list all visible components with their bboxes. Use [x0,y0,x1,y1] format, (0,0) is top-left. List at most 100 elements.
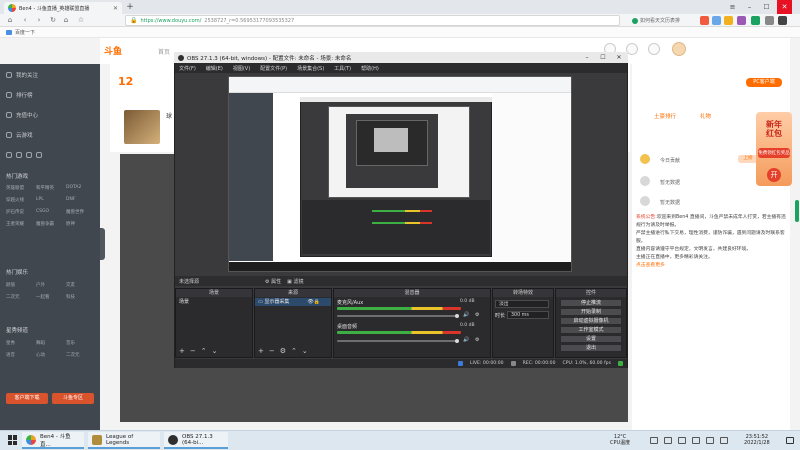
close-window-button[interactable]: ✕ [777,0,792,14]
pc-client-badge[interactable]: PC客户端 [746,78,782,87]
sidebar-item-rank[interactable]: 排行榜 [6,90,33,100]
sidebar-game[interactable]: 炉石传说 [6,209,36,215]
sidebar-game[interactable]: 和平精英 [36,185,66,191]
sidebar-game[interactable]: 户外 [36,282,66,288]
zone-button[interactable]: 斗鱼专区 [52,393,94,404]
tray-app-icon[interactable] [664,437,672,444]
virtual-camera-button[interactable]: 启动虚拟摄像机 [560,317,622,325]
menu-scene-collection[interactable]: 场景集合(S) [297,65,324,72]
input-method-icon[interactable] [720,437,728,444]
taskbar-league[interactable]: League of Legends [88,432,160,449]
move-up-icon[interactable]: ⌃ [291,347,297,355]
promo-button[interactable]: 免费领红包奖品 [758,148,790,158]
gear-icon[interactable]: ⚙ [280,347,286,355]
home-icon[interactable]: ⌂ [5,15,15,26]
back-icon[interactable]: ‹ [20,15,30,26]
sidebar-item-recharge[interactable]: 充值中心 [6,110,38,120]
sidebar-game[interactable]: 星秀 [6,340,36,346]
anchor-avatar[interactable] [124,110,160,144]
speaker-icon[interactable]: 🔊 [463,312,469,318]
sidebar-game[interactable]: 魔兽争霸 [36,221,66,227]
user-avatar[interactable] [672,42,686,56]
remove-icon[interactable]: − [269,347,275,355]
minimize-button[interactable]: – [742,0,757,14]
sidebar-game[interactable]: 二次元 [66,352,96,358]
lock-icon[interactable]: 🔒 [314,299,320,305]
download-icon[interactable] [648,43,660,55]
sidebar-game[interactable]: 颜值 [6,282,36,288]
menu-file[interactable]: 文件(F) [179,65,196,72]
start-recording-button[interactable]: 开始录制 [560,308,622,316]
sidebar-game[interactable]: 穿越火线 [6,197,36,203]
reload-icon[interactable]: ↻ [48,15,58,26]
gear-icon[interactable]: ⚙ [475,312,479,318]
extension-icon[interactable] [765,16,774,25]
notification-icon[interactable] [786,437,794,444]
source-item[interactable]: ▭ 显示器采集 👁🔒 [255,298,331,306]
scene-item[interactable]: 场景 [176,298,252,306]
taskbar-obs[interactable]: OBS 27.1.3 (64-bi... [164,432,228,449]
sidebar-game[interactable]: LPL [36,197,66,203]
obs-close-button[interactable]: ✕ [612,52,626,63]
sidebar-game[interactable]: 魔兽世界 [66,209,96,215]
remove-icon[interactable]: − [190,347,196,355]
volume-knob[interactable] [455,314,459,318]
new-tab-button[interactable]: + [125,2,135,12]
duration-field[interactable]: 300 ms [507,311,549,319]
menu-tools[interactable]: 工具(T) [334,65,351,72]
windows-start-icon[interactable] [8,435,18,445]
chat-more-link[interactable]: 点击查看更多 [636,262,786,270]
sidebar-item-follow[interactable]: 我的关注 [6,70,38,80]
clock[interactable]: 23:51:52 2022/1/28 [744,434,770,446]
properties-button[interactable]: ⚙ 属性 [265,278,281,285]
sidebar-collapse-handle[interactable] [100,228,105,260]
tray-chevron-icon[interactable] [650,437,658,444]
sidebar-game[interactable]: 原神 [66,221,96,227]
new-year-promo[interactable]: 新年 红包 免费领红包奖品 开 [756,112,792,186]
sidebar-game[interactable]: DNF [66,197,96,203]
taskbar-browser[interactable]: Ben4 - 斗鱼直... [22,432,84,449]
obs-title-bar[interactable]: OBS 27.1.3 (64-bit, windows) - 配置文件: 未命名… [174,52,628,63]
sidebar-game[interactable]: 心动 [36,352,66,358]
tray-app-icon[interactable] [678,437,686,444]
obs-maximize-button[interactable]: ☐ [596,52,610,63]
extension-icon[interactable] [751,16,760,25]
video-icon[interactable] [26,152,32,158]
move-up-icon[interactable]: ⌃ [201,347,207,355]
volume-slider[interactable] [337,340,457,342]
sidebar-item-cloud-game[interactable]: 云游戏 [6,130,33,140]
extension-icon[interactable] [737,16,746,25]
volume-knob[interactable] [455,339,459,343]
volume-slider[interactable] [337,315,457,317]
gift-icon[interactable] [36,152,42,158]
sidebar-game[interactable]: 王者荣耀 [6,221,36,227]
settings-icon[interactable] [778,16,787,25]
browser-tab[interactable]: Ben4 - 斗鱼直播_英雄联盟直播 ✕ [4,2,122,14]
bookmark-item[interactable]: 百度一下 [15,29,35,36]
move-down-icon[interactable]: ⌄ [302,347,308,355]
rank-avatar[interactable] [640,176,650,186]
transition-select[interactable]: 淡出 [495,300,549,308]
menu-profile[interactable]: 配置文件(P) [260,65,287,72]
sidebar-game[interactable]: 音乐 [66,340,96,346]
rank-button[interactable]: 上榜 [738,155,758,163]
sidebar-game[interactable]: 一起看 [36,294,66,300]
studio-mode-button[interactable]: 工作室模式 [560,326,622,334]
client-download-button[interactable]: 客户端下载 [6,393,48,404]
extension-icon[interactable] [712,16,721,25]
sidebar-game[interactable]: CSGO [36,209,66,215]
game-icon[interactable] [16,152,22,158]
menu-help[interactable]: 帮助(H) [361,65,379,72]
obs-minimize-button[interactable]: – [580,52,594,63]
nav-home[interactable]: 首页 [158,47,170,56]
sidebar-game[interactable]: DOTA2 [66,185,96,191]
forward-icon[interactable]: › [34,15,44,26]
search-box[interactable]: 如何看天文历表排 [632,15,692,26]
extension-icon[interactable] [724,16,733,25]
rank-avatar[interactable] [640,154,650,164]
sidebar-game[interactable]: 交友 [66,282,96,288]
maximize-button[interactable]: ☐ [759,0,774,14]
home-page-icon[interactable]: ⌂ [61,15,71,26]
tab-rich-rank[interactable]: 土豪排行 [654,112,676,120]
tab-gift[interactable]: 礼物 [700,112,711,120]
